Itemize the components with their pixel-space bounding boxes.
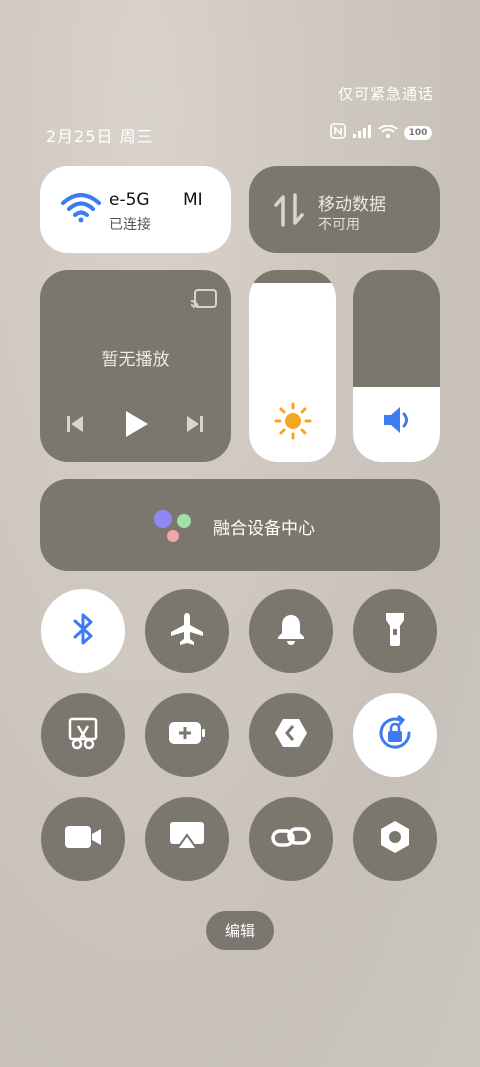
volume-slider[interactable] xyxy=(353,270,440,462)
bluetooth-icon xyxy=(71,612,95,650)
developer-toggle[interactable] xyxy=(249,693,333,777)
rotation-lock-toggle[interactable] xyxy=(353,693,437,777)
nfc-icon xyxy=(330,123,346,143)
next-track-icon[interactable] xyxy=(185,414,205,438)
developer-icon xyxy=(273,717,309,753)
bluetooth-toggle[interactable] xyxy=(41,589,125,673)
wifi-status: 已连接 xyxy=(109,217,151,233)
link-toggle[interactable] xyxy=(249,797,333,881)
battery-saver-toggle[interactable] xyxy=(145,693,229,777)
bell-icon xyxy=(276,612,306,650)
cast-icon[interactable] xyxy=(190,288,218,314)
mobile-data-status: 不可用 xyxy=(318,217,360,233)
battery-indicator: 100 xyxy=(404,126,432,140)
device-center-icon xyxy=(152,508,194,548)
date-label: 2月25日 周三 xyxy=(46,127,154,146)
status-icons: 100 xyxy=(330,123,432,143)
rotation-lock-icon xyxy=(375,713,415,757)
previous-track-icon[interactable] xyxy=(65,414,85,438)
media-status: 暂无播放 xyxy=(101,350,170,370)
battery-saver-icon xyxy=(168,721,206,749)
settings-hex-icon xyxy=(378,819,412,859)
play-icon[interactable] xyxy=(124,409,150,443)
volume-icon xyxy=(381,404,413,440)
wifi-icon xyxy=(61,193,101,227)
video-icon xyxy=(64,824,102,854)
mobile-data-icon xyxy=(273,193,305,231)
settings-hex-toggle[interactable] xyxy=(353,797,437,881)
wifi-ssid: e-5G xyxy=(109,190,150,210)
device-center-label: 融合设备中心 xyxy=(213,519,315,539)
wifi-status-icon xyxy=(378,124,398,143)
airplane-toggle[interactable] xyxy=(145,589,229,673)
airplane-icon xyxy=(169,611,205,651)
link-icon xyxy=(271,823,311,855)
mobile-data-tile[interactable]: 移动数据 不可用 xyxy=(249,166,440,253)
sound-toggle[interactable] xyxy=(249,589,333,673)
sun-icon xyxy=(274,402,312,444)
flashlight-toggle[interactable] xyxy=(353,589,437,673)
wifi-ssid-suffix: MI xyxy=(183,190,203,210)
video-toggle[interactable] xyxy=(41,797,125,881)
brightness-slider[interactable] xyxy=(249,270,336,462)
flashlight-icon xyxy=(384,611,406,651)
media-player-tile: 暂无播放 xyxy=(40,270,231,462)
device-center-tile[interactable]: 融合设备中心 xyxy=(40,479,440,571)
signal-icon xyxy=(352,124,372,143)
screen-mirror-toggle[interactable] xyxy=(145,797,229,881)
mobile-data-title: 移动数据 xyxy=(318,195,386,215)
screen-mirror-icon xyxy=(169,821,205,857)
edit-button[interactable]: 编辑 xyxy=(206,911,274,950)
emergency-call-text: 仅可紧急通话 xyxy=(337,85,434,103)
screenshot-icon xyxy=(67,716,99,754)
wifi-tile[interactable]: e-5G MI 已连接 xyxy=(40,166,231,253)
screenshot-toggle[interactable] xyxy=(41,693,125,777)
